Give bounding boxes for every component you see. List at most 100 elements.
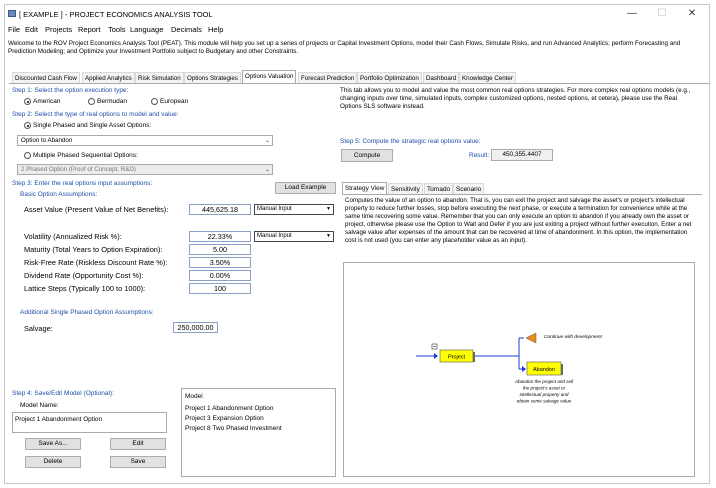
delete-button[interactable]: Delete [25,456,81,468]
continue-triangle-icon [525,332,537,344]
menu-language[interactable]: Language [130,25,163,34]
lattice-input[interactable]: 100 [189,283,251,294]
menu-report[interactable]: Report [78,25,101,34]
abandon-node-shadow [561,364,563,375]
maturity-label: Maturity (Total Years to Option Expirati… [24,245,163,254]
list-item[interactable]: Project 1 Abandonment Option [185,405,274,412]
edit-button[interactable]: Edit [110,438,166,450]
arrowhead-icon [522,366,526,372]
radio-european-label: European [160,98,189,105]
abandon-note-line: obtain some salvage value [517,399,572,404]
tab-sensitivity[interactable]: Sensitivity [388,183,423,194]
tab-scenario[interactable]: Scenario [453,183,485,194]
radio-american-label: American [33,98,61,105]
volatility-mode: Manual Input [257,233,292,239]
chevron-down-icon: ⌄ [264,167,270,173]
arrowhead-icon [434,353,438,359]
step3-title: Step 3: Enter the real options input ass… [12,180,153,187]
tab-applied-analytics[interactable]: Applied Analytics [82,72,135,83]
asset-value-mode-select[interactable]: Manual Input ▼ [254,204,334,215]
project-node-shadow [473,352,475,362]
subtab-divider [342,194,702,195]
tab-dashboard[interactable]: Dashboard [423,72,460,83]
additional-assumptions-title: Additional Single Phased Option Assumpti… [20,309,154,316]
radio-multiple-phased[interactable] [24,152,31,159]
radio-bermudan[interactable] [88,98,95,105]
dividend-input[interactable]: 0.00% [189,270,251,281]
menu-help[interactable]: Help [208,25,223,34]
tab-knowledge-center[interactable]: Knowledge Center [459,72,516,83]
abandon-note-line: intellectual property and [520,392,569,397]
model-name-label: Model Name: [20,402,59,409]
close-button[interactable]: ✕ [679,7,705,21]
strategy-diagram-svg: Project Abandon Continue with developmen… [416,332,603,404]
maximize-button[interactable]: ☐ [649,7,675,21]
maturity-input[interactable]: 5.00 [189,244,251,255]
asset-value-mode: Manual Input [257,206,292,212]
asset-value-input[interactable]: 445,625.18 [189,204,251,215]
menu-edit[interactable]: Edit [25,25,38,34]
app-window: [ EXAMPLE ] - PROJECT ECONOMICS ANALYSIS… [4,4,710,484]
options-info-text: This tab allows you to model and value t… [340,87,691,111]
strategy-diagram: Project Abandon Continue with developmen… [343,262,695,477]
volatility-input[interactable]: 22.33% [189,231,251,242]
salvage-label: Salvage: [24,324,53,333]
model-list[interactable]: Model Project 1 Abandonment Option Proje… [181,388,336,477]
tab-strategy-view[interactable]: Strategy View [342,182,388,194]
multiple-phased-label: Multiple Phased Sequential Options: [33,152,138,159]
multi-option-select: 2 Phased Option (Proof of Concept, R&D) … [17,164,273,175]
project-node-label: Project [448,355,466,361]
volatility-mode-select[interactable]: Manual Input ▼ [254,231,334,242]
load-example-button[interactable]: Load Example [275,182,336,194]
app-icon [8,10,16,17]
strategy-description: Computes the value of an option to aband… [345,197,692,245]
window-title: [ EXAMPLE ] - PROJECT ECONOMICS ANALYSIS… [19,10,213,19]
compute-button[interactable]: Compute [341,149,393,162]
tab-portfolio-optimization[interactable]: Portfolio Optimization [357,72,422,83]
tab-tornado[interactable]: Tornado [424,183,454,194]
result-label: Result: [469,152,490,159]
radio-european[interactable] [151,98,158,105]
save-as-button[interactable]: Save As... [25,438,81,450]
tab-options-valuation[interactable]: Options Valuation [242,70,297,83]
list-item[interactable]: Project 3 Expansion Option [185,415,264,422]
asset-value-label: Asset Value (Present Value of Net Benefi… [24,205,169,214]
menu-file[interactable]: File [8,25,20,34]
tab-forecast-prediction[interactable]: Forecast Prediction [298,72,358,83]
continue-label: Continue with development [544,334,603,340]
single-phased-label: Single Phased and Single Asset Options: [33,122,152,129]
triangle-down-icon: ▼ [324,232,333,241]
salvage-input[interactable]: 250,000.00 [173,322,218,333]
menu-bar: File Edit Projects Report Tools Language… [5,24,709,36]
save-button[interactable]: Save [110,456,166,468]
riskfree-input[interactable]: 3.50% [189,257,251,268]
step1-title: Step 1: Select the option execution type… [12,87,129,94]
tab-options-strategies[interactable]: Options Strategies [184,72,241,83]
step2-title: Step 2: Select the type of real options … [12,111,179,118]
single-option-value: Option to Abandon [21,137,73,144]
abandon-node-label: Abandon [533,367,555,373]
menu-decimals[interactable]: Decimals [171,25,202,34]
radio-single-phased[interactable] [24,122,31,129]
minimize-button[interactable]: — [619,7,645,21]
main-tabs: Discounted Cash Flow Applied Analytics R… [9,70,709,83]
tab-risk-simulation[interactable]: Risk Simulation [135,72,184,83]
result-value: 450,355.4407 [491,149,553,161]
tab-discounted-cash-flow[interactable]: Discounted Cash Flow [12,72,80,83]
dividend-label: Dividend Rate (Opportunity Cost %): [24,271,144,280]
step4-title: Step 4: Save/Edit Model (Optional): [12,390,114,397]
title-bar: [ EXAMPLE ] - PROJECT ECONOMICS ANALYSIS… [5,5,709,23]
abandon-note-line: the project's asset or [523,386,566,391]
menu-tools[interactable]: Tools [108,25,126,34]
list-item[interactable]: Project 8 Two Phased Investment [185,425,282,432]
triangle-down-icon: ▼ [324,205,333,214]
model-list-header: Model [185,393,203,400]
basic-assumptions-title: Basic Option Assumptions: [20,191,98,198]
model-name-input[interactable]: Project 1 Abandonment Option [12,412,167,433]
single-option-select[interactable]: Option to Abandon ⌄ [17,135,273,146]
menu-projects[interactable]: Projects [45,25,72,34]
multi-option-value: 2 Phased Option (Proof of Concept, R&D) [21,166,136,173]
options-valuation-panel: Step 1: Select the option execution type… [9,83,709,479]
radio-american[interactable] [24,98,31,105]
chevron-down-icon: ⌄ [264,138,270,144]
